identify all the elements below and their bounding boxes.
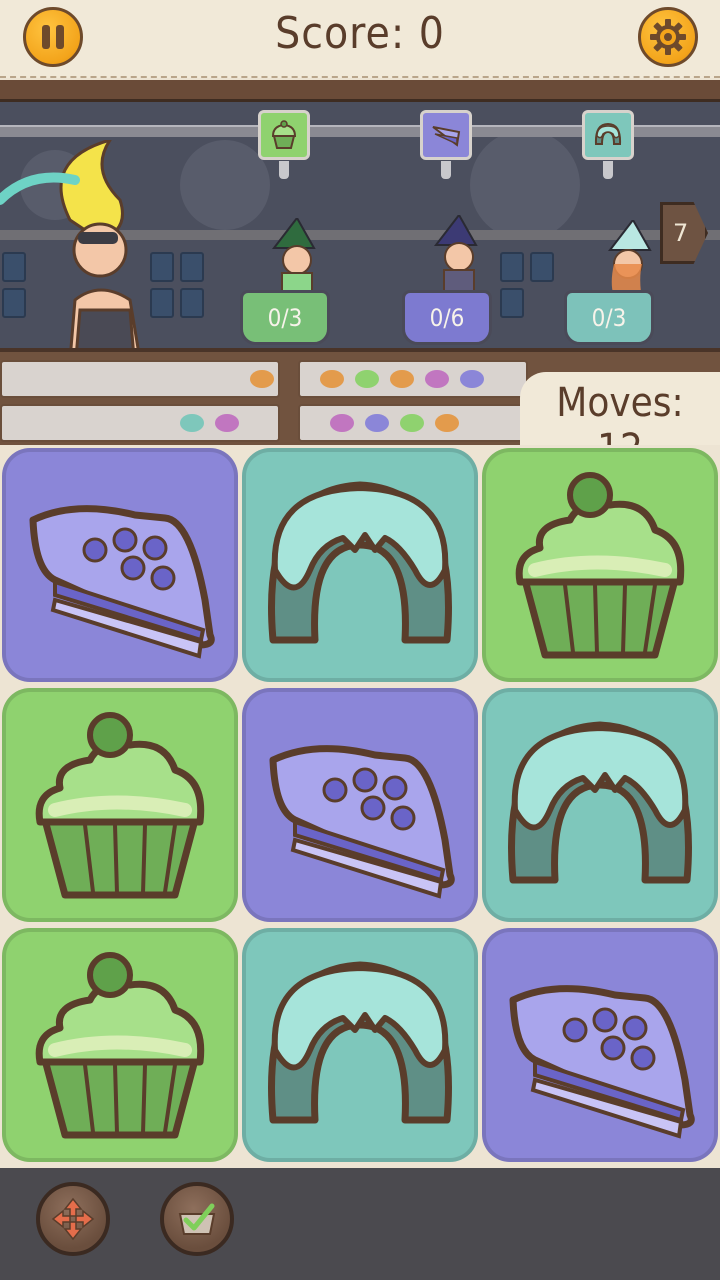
pie-icon [29, 505, 215, 659]
donut-icon [594, 122, 622, 145]
board-tile-cupcake[interactable] [2, 928, 238, 1162]
settings-button[interactable] [638, 7, 698, 67]
cupcake-icon [35, 952, 205, 1139]
ceiling-rail [0, 80, 720, 102]
confirm-button[interactable] [160, 1182, 234, 1256]
top-bar: Score: 0 [0, 0, 720, 78]
donut-icon [508, 721, 692, 884]
cupcake-icon [271, 120, 297, 149]
order-basket-pie: 0/6 [402, 290, 492, 345]
board-tile-donut[interactable] [242, 928, 478, 1162]
pastry [365, 414, 389, 432]
window [530, 252, 554, 282]
pastry [355, 370, 379, 388]
order-hook-cupcake [258, 110, 310, 179]
display-case [0, 360, 280, 398]
cupcake-icon [35, 712, 205, 899]
pastry [390, 370, 414, 388]
window [500, 252, 524, 282]
board-tile-pie[interactable] [482, 928, 718, 1162]
board-tile-cupcake[interactable] [2, 688, 238, 922]
score-label: Score: 0 [275, 8, 445, 59]
pie-icon [509, 985, 695, 1139]
pastry [180, 414, 204, 432]
order-hook-donut [582, 110, 634, 179]
gear-icon [650, 19, 686, 55]
pie-icon [432, 126, 461, 147]
pastry [400, 414, 424, 432]
board-tile-pie[interactable] [2, 448, 238, 682]
bottom-toolbar [0, 1168, 720, 1280]
pastry [330, 414, 354, 432]
pastry [320, 370, 344, 388]
order-hook-pie [420, 110, 472, 179]
basket-check-icon [178, 1203, 216, 1235]
donut-icon [268, 961, 452, 1124]
board-tile-pie[interactable] [242, 688, 478, 922]
move-arrows-icon [51, 1197, 95, 1241]
board-tile-cupcake[interactable] [482, 448, 718, 682]
donut-icon [268, 481, 452, 644]
pause-button[interactable] [23, 7, 83, 67]
pie-icon [269, 745, 455, 899]
pastry [250, 370, 274, 388]
cupcake-icon [515, 472, 685, 659]
board-tile-donut[interactable] [482, 688, 718, 922]
pastry [435, 414, 459, 432]
pastry [215, 414, 239, 432]
pause-icon [42, 25, 64, 49]
game-board [0, 445, 720, 1167]
move-tool-button[interactable] [36, 1182, 110, 1256]
window [500, 288, 524, 318]
pastry [425, 370, 449, 388]
pastry [460, 370, 484, 388]
order-basket-cupcake: 0/3 [240, 290, 330, 345]
level-flag: 7 [660, 202, 708, 264]
order-basket-donut: 0/3 [564, 290, 654, 345]
board-tile-donut[interactable] [242, 448, 478, 682]
